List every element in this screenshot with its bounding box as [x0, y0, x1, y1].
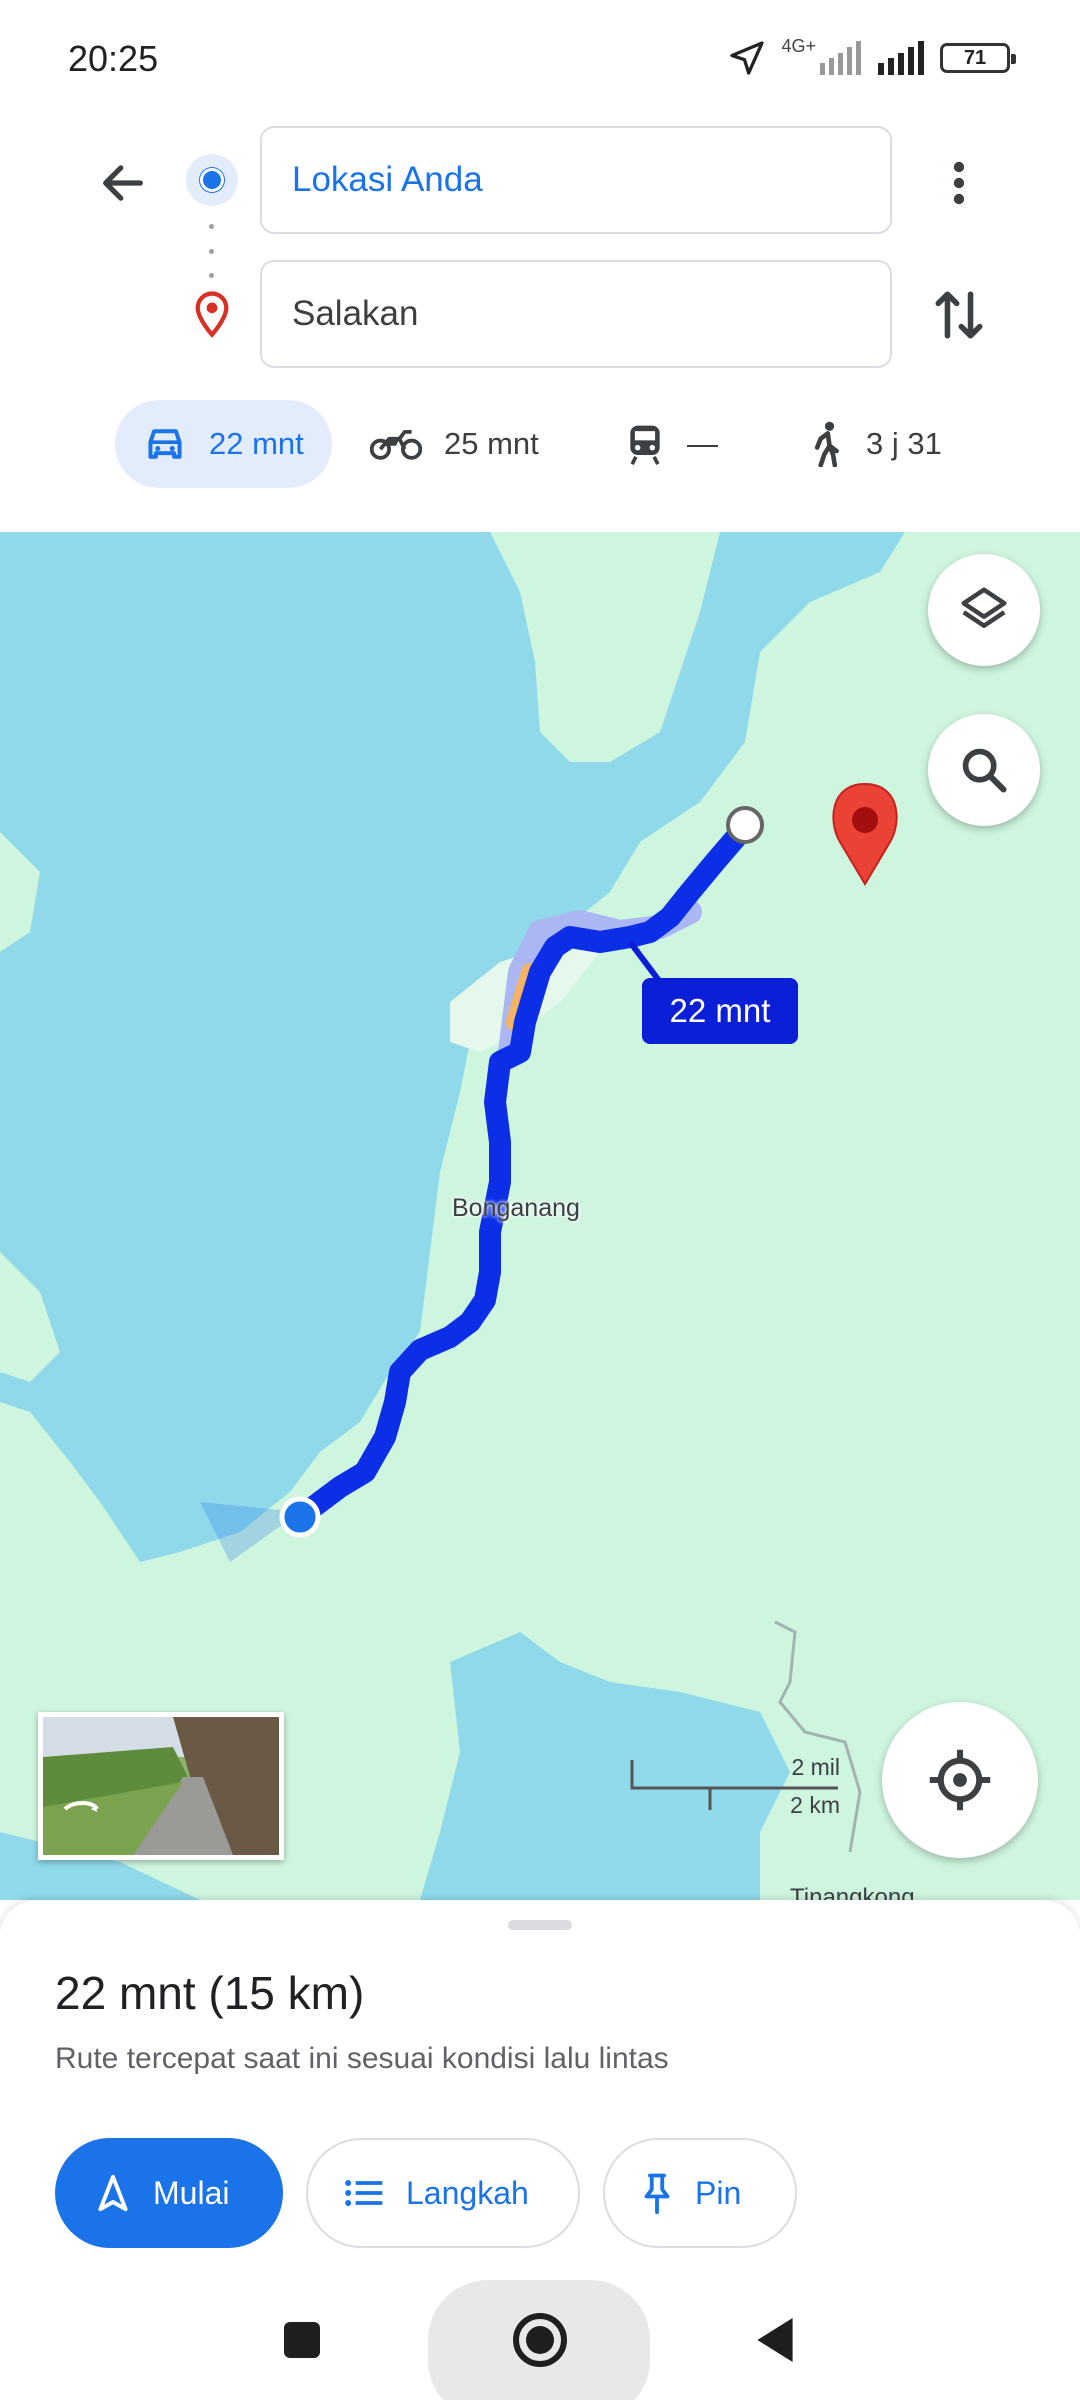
route-description: Rute tercepat saat ini sesuai kondisi la… — [55, 2042, 669, 2075]
square-icon — [284, 2322, 320, 2358]
route-summary: 22 mnt (15 km) — [55, 1967, 365, 2019]
status-icons: 4G+ 71 — [727, 36, 1016, 80]
origin-location-dot — [279, 1496, 321, 1538]
triangle-back-icon — [757, 2318, 793, 2362]
more-vert-icon — [953, 161, 965, 205]
list-icon — [345, 2180, 383, 2206]
recents-button[interactable] — [262, 2280, 342, 2400]
mode-walk-label: 3 j 31 — [866, 426, 942, 461]
layers-button[interactable] — [928, 554, 1040, 666]
travel-modes: 22 mnt 25 mnt — 3 j 31 — [0, 400, 1080, 492]
directions-header: Lokasi Anda Salakan 22 mnt 25 mnt — 3 j … — [0, 110, 1080, 530]
street-view-thumbnail[interactable] — [38, 1712, 284, 1860]
drag-handle[interactable] — [508, 1920, 572, 1930]
scale-km: 2 km — [790, 1792, 840, 1818]
route-label-leader — [627, 940, 663, 984]
my-location-icon — [929, 1749, 991, 1811]
destination-input[interactable]: Salakan — [260, 260, 892, 368]
swap-button[interactable] — [926, 282, 992, 348]
route-dots — [208, 224, 214, 278]
steps-button[interactable]: Langkah — [306, 2138, 580, 2248]
origin-marker — [186, 154, 238, 206]
signal-icon — [878, 41, 924, 75]
mode-motorcycle-label: 25 mnt — [444, 426, 539, 461]
route-bottom-sheet[interactable]: 22 mnt (15 km) Rute tercepat saat ini se… — [0, 1900, 1080, 2280]
mode-car[interactable]: 22 mnt — [115, 400, 332, 488]
place-label: Bonganang — [452, 1194, 580, 1222]
pin-button[interactable]: Pin — [603, 2138, 797, 2248]
battery-icon: 71 — [940, 43, 1016, 73]
swap-vertical-icon — [935, 291, 983, 339]
destination-pin-icon — [832, 782, 898, 886]
origin-input[interactable]: Lokasi Anda — [260, 126, 892, 234]
destination-endpoint — [726, 806, 764, 844]
search-along-route-button[interactable] — [928, 714, 1040, 826]
origin-dot-icon — [200, 168, 224, 192]
pin-icon — [644, 2173, 670, 2214]
motorcycle-icon — [370, 429, 422, 460]
destination-pin-icon — [195, 291, 229, 338]
water-body — [0, 532, 905, 1562]
status-bar: 20:25 4G+ 71 — [0, 0, 1080, 110]
steps-button-label: Langkah — [406, 2174, 529, 2211]
back-nav-button[interactable] — [735, 2280, 815, 2400]
map-view[interactable]: 22 mnt Bonganang Tinangkong 2 mil 2 km — [0, 532, 1080, 1900]
status-time: 20:25 — [68, 38, 159, 79]
pin-button-label: Pin — [695, 2174, 742, 2211]
map-scale: 2 mil 2 km — [630, 1754, 840, 1834]
walking-icon — [814, 421, 839, 467]
home-button[interactable] — [500, 2280, 580, 2400]
my-location-button[interactable] — [882, 1702, 1038, 1858]
arrow-left-icon — [103, 165, 143, 201]
mode-walk[interactable]: 3 j 31 — [808, 400, 942, 488]
start-button[interactable]: Mulai — [55, 2138, 283, 2248]
start-button-label: Mulai — [153, 2174, 230, 2211]
mode-motorcycle[interactable]: 25 mnt — [370, 400, 539, 488]
street-view-image — [43, 1717, 279, 1855]
more-options-button[interactable] — [926, 150, 992, 216]
mode-car-label: 22 mnt — [209, 426, 304, 461]
layers-icon — [961, 587, 1007, 628]
place-label: Tinangkong — [790, 1884, 915, 1900]
train-icon — [630, 425, 660, 465]
scale-miles: 2 mil — [791, 1754, 840, 1780]
navigation-arrow-icon — [98, 2174, 128, 2212]
location-arrow-icon — [730, 41, 765, 75]
mode-transit[interactable]: — — [625, 400, 718, 488]
search-icon — [962, 748, 1007, 793]
network-type: 4G+ — [781, 36, 816, 56]
circle-icon — [513, 2313, 567, 2367]
system-navigation-bar — [0, 2280, 1080, 2400]
mode-transit-label: — — [687, 426, 718, 461]
back-button[interactable] — [90, 150, 156, 216]
signal-icon — [820, 41, 861, 75]
route-time-label[interactable]: 22 mnt — [642, 978, 798, 1044]
car-icon — [148, 429, 182, 459]
